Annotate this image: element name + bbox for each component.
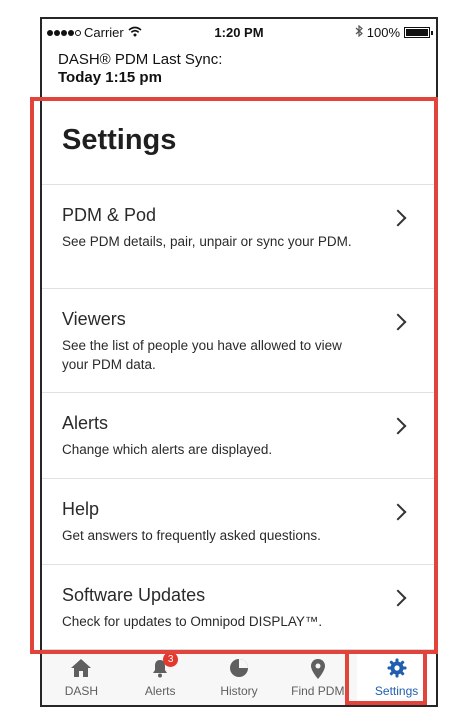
- tab-label: DASH: [64, 684, 99, 698]
- tab-find-pdm[interactable]: Find PDM: [278, 650, 357, 705]
- sync-status: DASH® PDM Last Sync: Today 1:15 pm: [58, 51, 222, 87]
- menu-item-description: See PDM details, pair, unpair or sync yo…: [62, 234, 352, 249]
- menu-item-label: Alerts: [62, 413, 109, 433]
- battery-percentage: 100%: [366, 25, 400, 40]
- home-icon: [42, 658, 121, 678]
- tab-label: History: [220, 684, 258, 698]
- menu-item-label: PDM & Pod: [62, 205, 157, 225]
- page-title: Settings: [62, 124, 177, 156]
- gear-icon: [357, 658, 436, 678]
- menu-item-viewers[interactable]: Viewers See the list of people you have …: [42, 288, 436, 392]
- menu-item-help[interactable]: Help Get answers to frequently asked que…: [42, 478, 436, 564]
- status-right: 100%: [355, 24, 433, 40]
- pie-chart-icon: [200, 658, 279, 678]
- tab-bar: DASH 3 Alerts History Find PDM Settings: [42, 649, 436, 705]
- menu-item-description: Check for updates to Omnipod DISPLAY™.: [62, 614, 323, 629]
- bluetooth-icon: [355, 24, 363, 40]
- tab-settings[interactable]: Settings: [357, 650, 436, 705]
- tab-label: Settings: [374, 684, 419, 698]
- menu-item-label: Viewers: [62, 309, 126, 329]
- menu-item-label: Software Updates: [62, 585, 206, 605]
- tab-dash[interactable]: DASH: [42, 650, 121, 705]
- tab-alerts[interactable]: 3 Alerts: [121, 650, 200, 705]
- settings-menu: PDM & Pod See PDM details, pair, unpair …: [42, 184, 436, 650]
- menu-item-software-updates[interactable]: Software Updates Check for updates to Om…: [42, 564, 436, 650]
- battery-icon: [404, 27, 433, 38]
- menu-item-alerts[interactable]: Alerts Change which alerts are displayed…: [42, 392, 436, 478]
- phone-screen: Carrier 1:20 PM 100% DASH® PDM Last Sync…: [40, 17, 438, 707]
- menu-item-pdm-pod[interactable]: PDM & Pod See PDM details, pair, unpair …: [42, 184, 436, 288]
- bell-icon: [121, 658, 200, 678]
- menu-item-description: Change which alerts are displayed.: [62, 442, 273, 457]
- menu-item-label: Help: [62, 499, 100, 519]
- tab-label: Alerts: [144, 684, 176, 698]
- battery-level-fill: [406, 29, 428, 36]
- tab-label: Find PDM: [291, 684, 345, 698]
- sync-label: DASH® PDM Last Sync:: [58, 51, 223, 68]
- menu-item-description: See the list of people you have allowed …: [62, 338, 342, 372]
- location-pin-icon: [278, 658, 357, 679]
- tab-history[interactable]: History: [200, 650, 279, 705]
- menu-item-description: Get answers to frequently asked question…: [62, 528, 321, 543]
- sync-time: Today 1:15 pm: [58, 69, 162, 86]
- status-bar: Carrier 1:20 PM 100%: [42, 19, 436, 45]
